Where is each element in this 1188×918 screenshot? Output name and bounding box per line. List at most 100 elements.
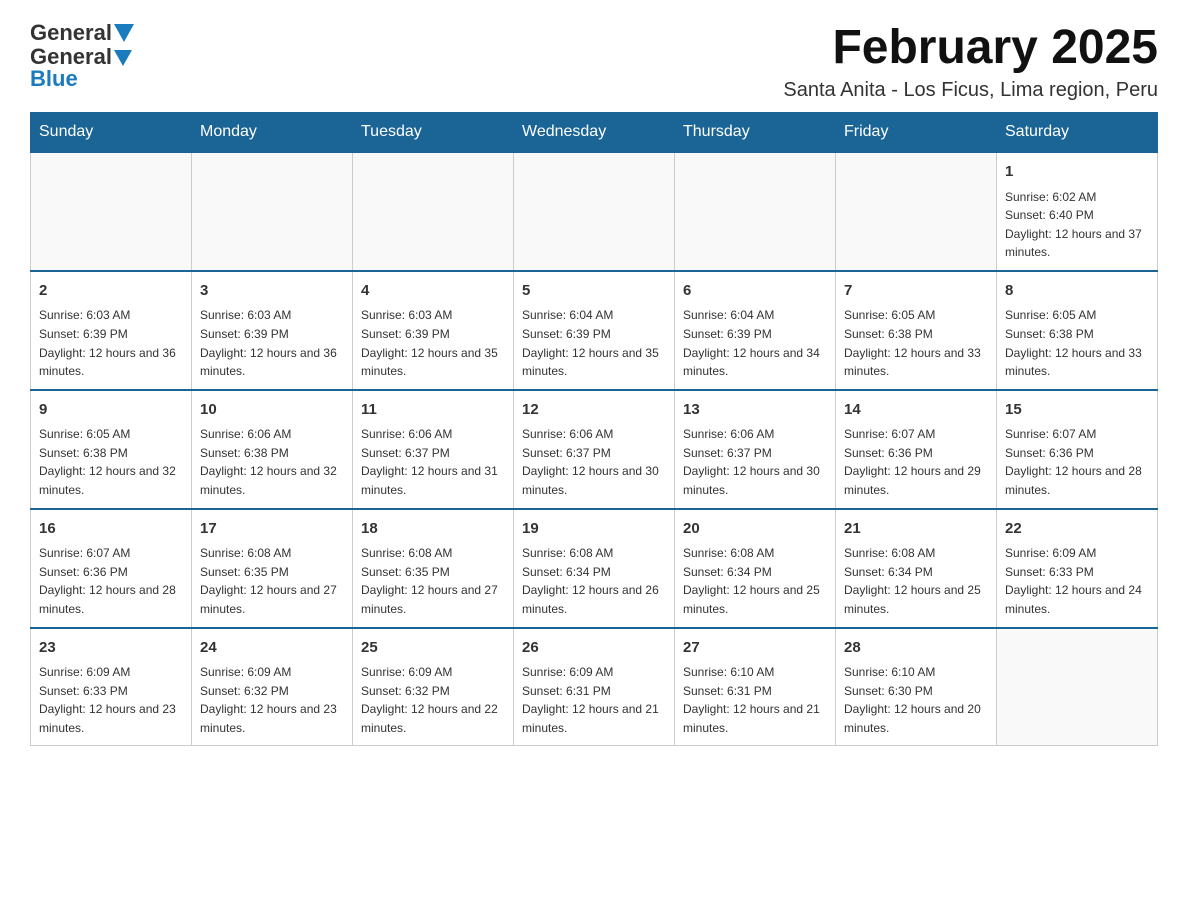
day-number: 7 [844,280,988,303]
month-title: February 2025 [783,20,1158,75]
day-number: 28 [844,637,988,660]
calendar-cell: 6 Sunrise: 6:04 AM Sunset: 6:39 PM Daylig… [675,271,836,390]
calendar-cell: 5 Sunrise: 6:04 AM Sunset: 6:39 PM Daylig… [514,271,675,390]
calendar-cell: 28 Sunrise: 6:10 AM Sunset: 6:30 PM Dayli… [836,628,997,746]
day-number: 16 [39,518,183,541]
day-info: Sunrise: 6:05 AM Sunset: 6:38 PM Dayligh… [844,306,988,380]
day-info: Sunrise: 6:08 AM Sunset: 6:34 PM Dayligh… [844,544,988,618]
calendar-cell: 12 Sunrise: 6:06 AM Sunset: 6:37 PM Dayli… [514,390,675,509]
day-number: 27 [683,637,827,660]
calendar-cell: 2 Sunrise: 6:03 AM Sunset: 6:39 PM Daylig… [31,271,192,390]
calendar-cell: 7 Sunrise: 6:05 AM Sunset: 6:38 PM Daylig… [836,271,997,390]
day-info: Sunrise: 6:06 AM Sunset: 6:38 PM Dayligh… [200,425,344,499]
day-number: 19 [522,518,666,541]
calendar-cell [836,152,997,271]
day-number: 23 [39,637,183,660]
day-info: Sunrise: 6:02 AM Sunset: 6:40 PM Dayligh… [1005,188,1149,262]
logo-blue-text: Blue [30,66,78,92]
weekday-header-sunday: Sunday [31,113,192,153]
calendar-cell: 16 Sunrise: 6:07 AM Sunset: 6:36 PM Dayli… [31,509,192,628]
day-info: Sunrise: 6:07 AM Sunset: 6:36 PM Dayligh… [1005,425,1149,499]
calendar-cell: 21 Sunrise: 6:08 AM Sunset: 6:34 PM Dayli… [836,509,997,628]
day-info: Sunrise: 6:07 AM Sunset: 6:36 PM Dayligh… [844,425,988,499]
location-subtitle: Santa Anita - Los Ficus, Lima region, Pe… [783,79,1158,102]
day-info: Sunrise: 6:05 AM Sunset: 6:38 PM Dayligh… [39,425,183,499]
calendar-cell: 8Sunrise: 6:05 AM Sunset: 6:38 PM Daylig… [997,271,1158,390]
calendar-week-1: 1Sunrise: 6:02 AM Sunset: 6:40 PM Daylig… [31,152,1158,271]
calendar-cell: 13 Sunrise: 6:06 AM Sunset: 6:37 PM Dayli… [675,390,836,509]
day-number: 6 [683,280,827,303]
calendar-week-5: 23 Sunrise: 6:09 AM Sunset: 6:33 PM Dayli… [31,628,1158,746]
day-info: Sunrise: 6:04 AM Sunset: 6:39 PM Dayligh… [522,306,666,380]
calendar-cell [31,152,192,271]
calendar: SundayMondayTuesdayWednesdayThursdayFrid… [30,112,1158,746]
calendar-cell: 18 Sunrise: 6:08 AM Sunset: 6:35 PM Dayli… [353,509,514,628]
day-number: 5 [522,280,666,303]
day-info: Sunrise: 6:09 AM Sunset: 6:32 PM Dayligh… [200,663,344,737]
calendar-cell [192,152,353,271]
day-number: 26 [522,637,666,660]
day-number: 4 [361,280,505,303]
day-number: 12 [522,399,666,422]
day-number: 10 [200,399,344,422]
day-info: Sunrise: 6:03 AM Sunset: 6:39 PM Dayligh… [39,306,183,380]
calendar-week-4: 16 Sunrise: 6:07 AM Sunset: 6:36 PM Dayli… [31,509,1158,628]
calendar-cell [353,152,514,271]
day-number: 11 [361,399,505,422]
logo-triangle-icon [114,24,134,42]
weekday-header-tuesday: Tuesday [353,113,514,153]
day-number: 2 [39,280,183,303]
calendar-cell: 24 Sunrise: 6:09 AM Sunset: 6:32 PM Dayli… [192,628,353,746]
calendar-cell: 14 Sunrise: 6:07 AM Sunset: 6:36 PM Dayli… [836,390,997,509]
weekday-header-saturday: Saturday [997,113,1158,153]
logo-general: General [30,20,112,46]
logo: General [30,20,130,46]
header: General General Blue February 2025 Santa… [30,20,1158,102]
calendar-cell: 3 Sunrise: 6:03 AM Sunset: 6:39 PM Daylig… [192,271,353,390]
day-info: Sunrise: 6:08 AM Sunset: 6:34 PM Dayligh… [683,544,827,618]
day-number: 18 [361,518,505,541]
calendar-cell [997,628,1158,746]
day-number: 15 [1005,399,1149,422]
day-number: 24 [200,637,344,660]
calendar-cell: 9Sunrise: 6:05 AM Sunset: 6:38 PM Daylig… [31,390,192,509]
calendar-cell: 27Sunrise: 6:10 AM Sunset: 6:31 PM Dayli… [675,628,836,746]
calendar-cell: 20Sunrise: 6:08 AM Sunset: 6:34 PM Dayli… [675,509,836,628]
day-info: Sunrise: 6:04 AM Sunset: 6:39 PM Dayligh… [683,306,827,380]
day-info: Sunrise: 6:10 AM Sunset: 6:30 PM Dayligh… [844,663,988,737]
day-number: 13 [683,399,827,422]
day-info: Sunrise: 6:08 AM Sunset: 6:35 PM Dayligh… [200,544,344,618]
day-info: Sunrise: 6:09 AM Sunset: 6:33 PM Dayligh… [39,663,183,737]
calendar-cell: 1Sunrise: 6:02 AM Sunset: 6:40 PM Daylig… [997,152,1158,271]
weekday-header-monday: Monday [192,113,353,153]
day-number: 21 [844,518,988,541]
calendar-week-2: 2 Sunrise: 6:03 AM Sunset: 6:39 PM Daylig… [31,271,1158,390]
calendar-cell: 17Sunrise: 6:08 AM Sunset: 6:35 PM Dayli… [192,509,353,628]
day-number: 14 [844,399,988,422]
day-number: 22 [1005,518,1149,541]
calendar-cell: 19Sunrise: 6:08 AM Sunset: 6:34 PM Dayli… [514,509,675,628]
day-info: Sunrise: 6:09 AM Sunset: 6:33 PM Dayligh… [1005,544,1149,618]
calendar-week-3: 9Sunrise: 6:05 AM Sunset: 6:38 PM Daylig… [31,390,1158,509]
logo-area: General General Blue [30,20,134,92]
day-info: Sunrise: 6:08 AM Sunset: 6:35 PM Dayligh… [361,544,505,618]
calendar-cell: 11 Sunrise: 6:06 AM Sunset: 6:37 PM Dayli… [353,390,514,509]
weekday-header-wednesday: Wednesday [514,113,675,153]
day-info: Sunrise: 6:09 AM Sunset: 6:32 PM Dayligh… [361,663,505,737]
day-info: Sunrise: 6:06 AM Sunset: 6:37 PM Dayligh… [361,425,505,499]
day-info: Sunrise: 6:06 AM Sunset: 6:37 PM Dayligh… [683,425,827,499]
weekday-header-friday: Friday [836,113,997,153]
calendar-cell: 15 Sunrise: 6:07 AM Sunset: 6:36 PM Dayli… [997,390,1158,509]
calendar-header-row: SundayMondayTuesdayWednesdayThursdayFrid… [31,113,1158,153]
day-info: Sunrise: 6:09 AM Sunset: 6:31 PM Dayligh… [522,663,666,737]
day-info: Sunrise: 6:03 AM Sunset: 6:39 PM Dayligh… [361,306,505,380]
calendar-cell: 25Sunrise: 6:09 AM Sunset: 6:32 PM Dayli… [353,628,514,746]
day-number: 3 [200,280,344,303]
day-info: Sunrise: 6:07 AM Sunset: 6:36 PM Dayligh… [39,544,183,618]
day-info: Sunrise: 6:03 AM Sunset: 6:39 PM Dayligh… [200,306,344,380]
day-info: Sunrise: 6:05 AM Sunset: 6:38 PM Dayligh… [1005,306,1149,380]
calendar-cell: 10 Sunrise: 6:06 AM Sunset: 6:38 PM Dayli… [192,390,353,509]
calendar-cell: 23 Sunrise: 6:09 AM Sunset: 6:33 PM Dayli… [31,628,192,746]
calendar-cell [675,152,836,271]
day-info: Sunrise: 6:06 AM Sunset: 6:37 PM Dayligh… [522,425,666,499]
